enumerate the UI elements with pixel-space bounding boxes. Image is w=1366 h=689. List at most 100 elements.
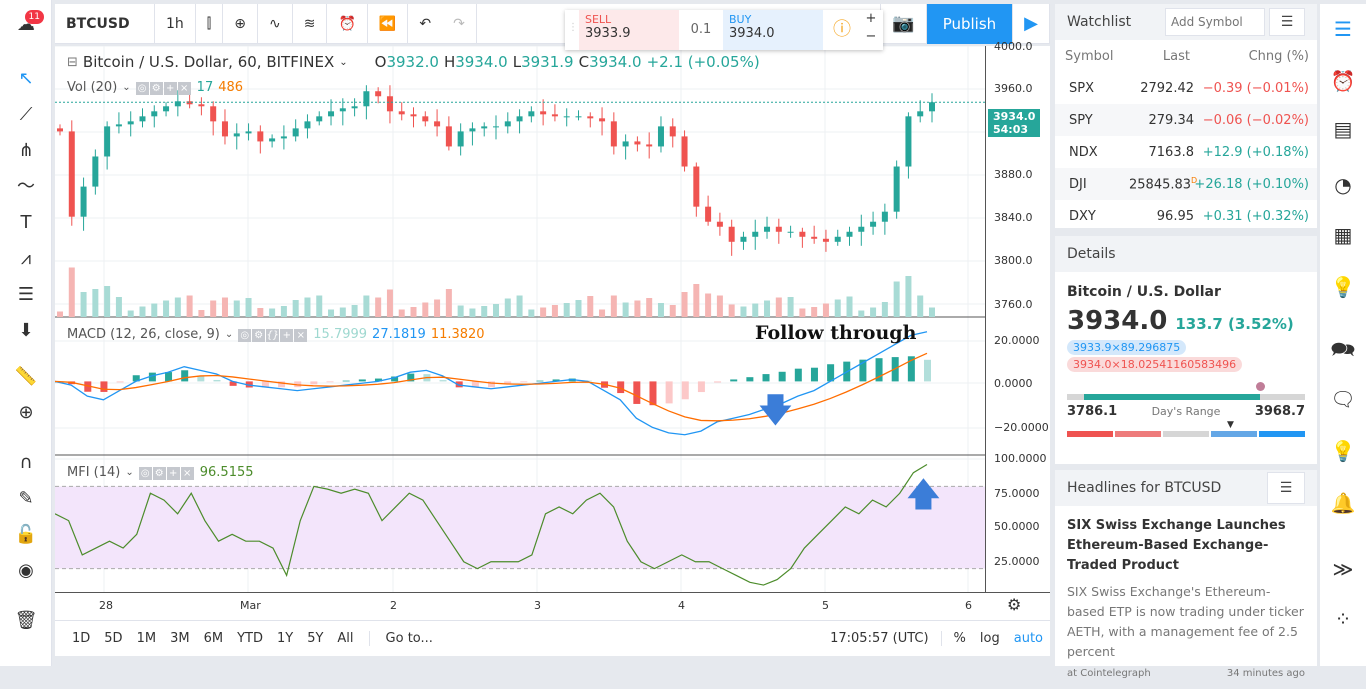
remove-icon[interactable]: × — [177, 82, 191, 95]
watchlist-icon[interactable]: ☰ — [1328, 14, 1358, 44]
pitchfork-icon[interactable]: ⋔ — [10, 136, 42, 166]
watchlist-row[interactable]: NDX 7163.8 +12.9 (+0.18%) — [1055, 136, 1317, 168]
trash-icon[interactable]: 🗑 — [10, 606, 42, 636]
chats-icon[interactable]: 🗪 — [1328, 334, 1358, 364]
chart-canvas[interactable] — [55, 46, 985, 592]
source-icon[interactable]: {} — [266, 329, 280, 342]
play-icon[interactable]: ▶ — [1013, 3, 1050, 44]
auto-toggle[interactable]: auto — [1007, 631, 1050, 646]
templates-icon[interactable]: ≋ — [293, 3, 328, 44]
chat-icon[interactable]: 🗨 — [1328, 384, 1358, 414]
clock[interactable]: 17:05:57 (UTC) — [823, 631, 942, 646]
notifications-icon[interactable]: 🔔 — [1328, 488, 1358, 518]
compare-icon[interactable]: ⊕ — [223, 3, 258, 44]
quantity-field[interactable]: 0.1 — [679, 10, 723, 50]
dom-icon[interactable]: ⁘ — [1328, 604, 1358, 634]
add-icon[interactable]: + — [280, 329, 294, 342]
log-toggle[interactable]: log — [973, 631, 1007, 646]
lock-icon[interactable]: 🔓 — [10, 520, 42, 550]
lock-drawings-icon[interactable]: ✎ — [10, 484, 42, 514]
magnet-icon[interactable]: ∩ — [10, 448, 42, 478]
pattern-icon[interactable]: ⩘ — [10, 244, 42, 274]
arrow-up-annotation-icon[interactable]: 🡅 — [907, 472, 940, 526]
hide-icon[interactable]: ◎ — [135, 82, 149, 95]
text-icon[interactable]: T — [10, 208, 42, 238]
add-icon[interactable]: + — [166, 467, 180, 480]
time-axis[interactable]: 28 Mar 2 3 4 5 6 ⚙ — [55, 592, 1050, 620]
redo-icon[interactable]: ↷ — [442, 3, 477, 44]
volume-title[interactable]: Vol (20) — [67, 80, 117, 95]
settings-icon[interactable]: ⚙ — [152, 467, 166, 480]
replay-icon[interactable]: ⏪ — [368, 3, 409, 44]
watchlist-row[interactable]: SPX 2792.42 −0.39 (−0.01%) — [1055, 72, 1317, 104]
publish-button[interactable]: Publish — [926, 3, 1014, 44]
streams-icon[interactable]: 💡 — [1328, 436, 1358, 466]
range-5y[interactable]: 5Y — [300, 631, 330, 646]
brush-icon[interactable]: 〜 — [10, 172, 42, 202]
ruler-icon[interactable]: 📏 — [10, 362, 42, 392]
range-1y[interactable]: 1Y — [270, 631, 300, 646]
sell-button[interactable]: SELL 3933.9 — [579, 10, 679, 50]
hide-icon[interactable]: ◎ — [138, 467, 152, 480]
collapse-icon[interactable]: ⊟ — [67, 55, 78, 70]
drag-handle-icon[interactable]: ⋮ — [565, 10, 579, 50]
alert-icon[interactable]: ⏰ — [327, 3, 368, 44]
settings-icon[interactable]: ⚙ — [149, 82, 163, 95]
menu-icon[interactable]: ☰ — [1267, 472, 1305, 504]
column-change[interactable]: Chng (%) — [1190, 49, 1309, 64]
quantity-stepper[interactable]: + − — [861, 10, 881, 50]
goto-button[interactable]: Go to... — [368, 631, 440, 646]
range-all[interactable]: All — [330, 631, 360, 646]
watchlist-row[interactable]: DJI 25845.83D +26.18 (+0.10%) — [1055, 168, 1317, 200]
symbol-title[interactable]: Bitcoin / U.S. Dollar, 60, BITFINEX — [83, 53, 334, 71]
range-6m[interactable]: 6M — [197, 631, 231, 646]
settings-icon[interactable]: ⚙ — [252, 329, 266, 342]
watchlist-row[interactable]: DXY 96.95 +0.31 (+0.32%) — [1055, 200, 1317, 232]
range-1d[interactable]: 1D — [65, 631, 97, 646]
logo-icon[interactable]: ☁ 11 — [10, 10, 44, 44]
data-window-icon[interactable]: ▤ — [1328, 114, 1358, 144]
settings-icon[interactable]: ⚙ — [1007, 595, 1021, 614]
news-headline[interactable]: SIX Swiss Exchange Launches Ethereum-Bas… — [1067, 516, 1305, 576]
add-icon[interactable]: + — [163, 82, 177, 95]
calendar-icon[interactable]: ▦ — [1328, 220, 1358, 250]
remove-icon[interactable]: × — [294, 329, 308, 342]
column-symbol[interactable]: Symbol — [1065, 49, 1125, 64]
zoom-in-icon[interactable]: ⊕ — [10, 398, 42, 428]
candles-icon[interactable]: ⫿ — [196, 3, 224, 44]
mfi-title[interactable]: MFI (14) — [67, 465, 120, 480]
macd-title[interactable]: MACD (12, 26, close, 9) — [67, 327, 220, 342]
info-icon[interactable]: ⓘ — [823, 10, 861, 50]
hide-icon[interactable]: ◎ — [238, 329, 252, 342]
range-1m[interactable]: 1M — [130, 631, 164, 646]
add-symbol-input[interactable] — [1165, 8, 1265, 36]
prediction-icon[interactable]: ☰ — [10, 280, 42, 310]
hotlist-icon[interactable]: ◔ — [1328, 170, 1358, 200]
camera-icon[interactable]: 📷 — [880, 3, 927, 44]
annotation-text[interactable]: Follow through — [755, 322, 916, 344]
cursor-icon[interactable]: ↖ — [10, 64, 42, 94]
ideas-icon[interactable]: 💡 — [1328, 272, 1358, 302]
watchlist-row[interactable]: SPY 279.34 −0.06 (−0.02%) — [1055, 104, 1317, 136]
range-3m[interactable]: 3M — [163, 631, 197, 646]
undo-icon[interactable]: ↶ — [408, 4, 442, 44]
range-5d[interactable]: 5D — [97, 631, 129, 646]
indicators-icon[interactable]: ∿ — [258, 3, 293, 44]
eye-icon[interactable]: ◉ — [10, 556, 42, 586]
buy-button[interactable]: BUY 3934.0 — [723, 10, 823, 50]
arrow-down-icon[interactable]: ⬇ — [10, 316, 42, 346]
price-axis[interactable]: 4000.0 3960.0 3880.0 3840.0 3800.0 3760.… — [985, 40, 1050, 592]
news-item[interactable]: SIX Swiss Exchange Launches Ethereum-Bas… — [1055, 506, 1317, 689]
alarm-icon[interactable]: ⏰ — [1328, 66, 1358, 96]
trend-line-icon[interactable]: ⟋ — [10, 100, 42, 130]
symbol-search-button[interactable]: BTCUSD — [55, 3, 155, 44]
order-panel-icon[interactable]: ≫ — [1328, 554, 1358, 584]
chart-area[interactable]: ⊟ Bitcoin / U.S. Dollar, 60, BITFINEX ⌄ O… — [55, 46, 985, 592]
column-last[interactable]: Last — [1125, 49, 1190, 64]
arrow-down-annotation-icon[interactable]: 🡇 — [759, 388, 792, 442]
percent-toggle[interactable]: % — [942, 631, 973, 646]
remove-icon[interactable]: × — [180, 467, 194, 480]
interval-button[interactable]: 1h — [155, 3, 196, 44]
menu-icon[interactable]: ☰ — [1269, 8, 1305, 36]
range-ytd[interactable]: YTD — [230, 631, 270, 646]
